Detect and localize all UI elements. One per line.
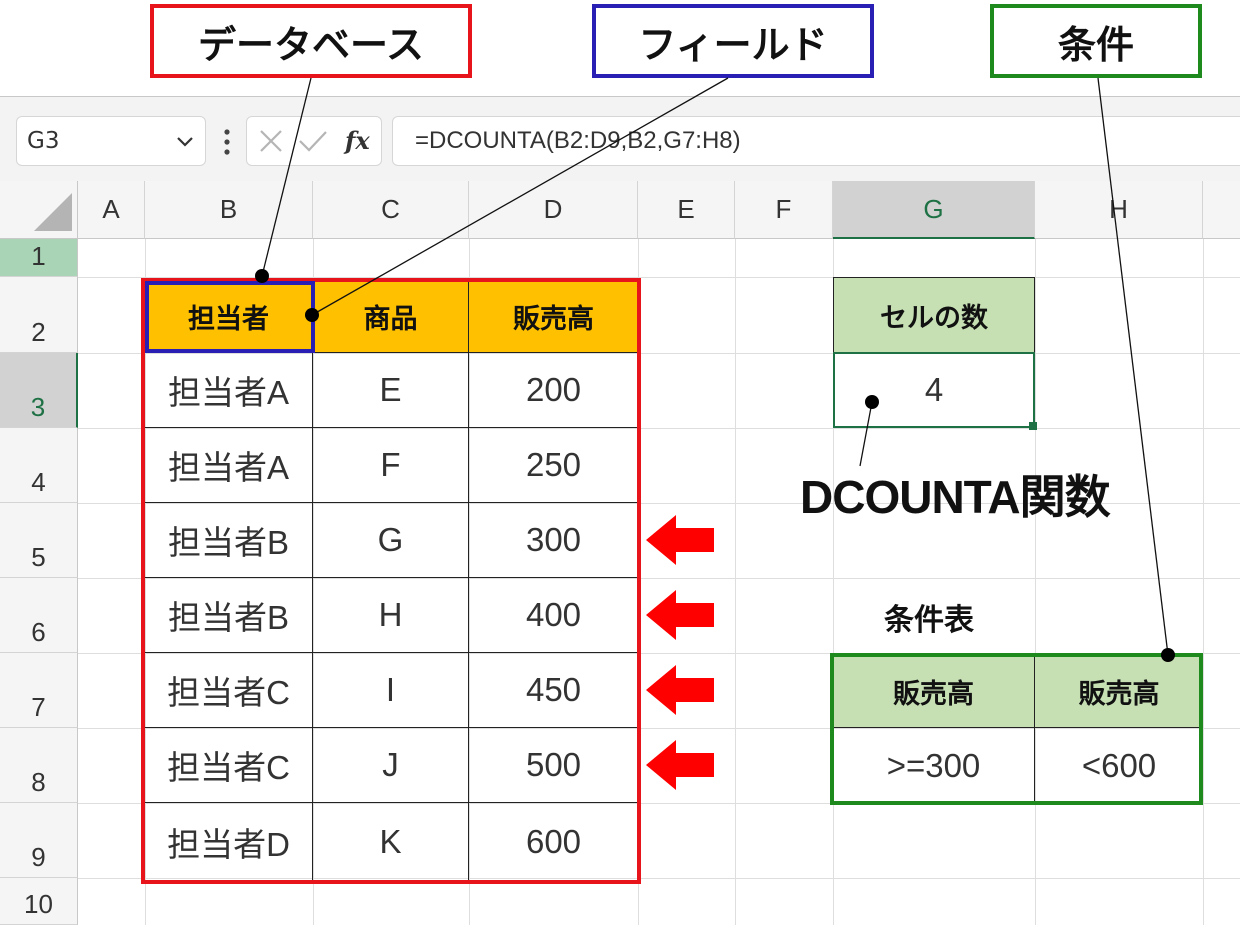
result-pointer-dot	[865, 395, 879, 409]
field-pointer-dot	[305, 308, 319, 322]
leader-lines	[261, 77, 1169, 656]
database-pointer-dot	[255, 269, 269, 283]
criteria-pointer-dot	[1161, 648, 1175, 662]
